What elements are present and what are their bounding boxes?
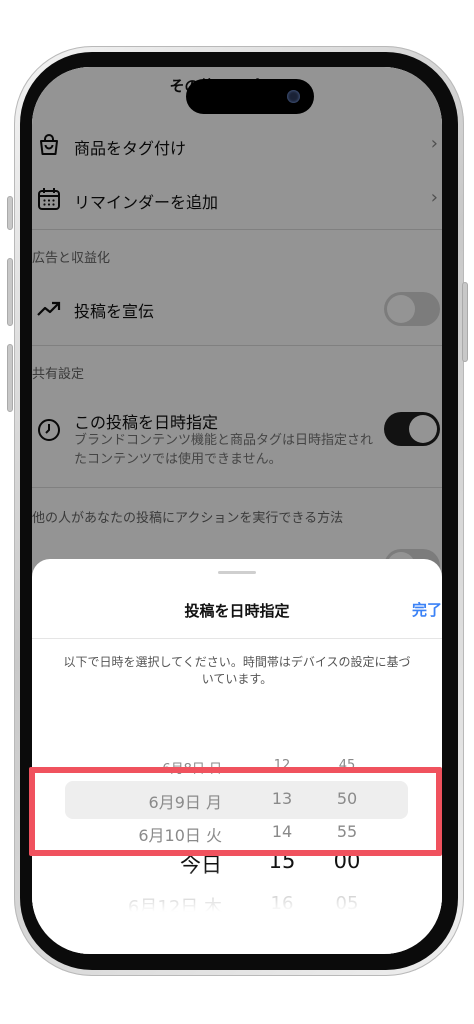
done-button[interactable]: 完了 [412, 599, 442, 620]
selection-highlight-annotation [29, 767, 442, 856]
power-button [462, 282, 468, 362]
picker-fade-top [32, 702, 442, 752]
dynamic-island [186, 79, 314, 114]
volume-down-button [7, 344, 13, 412]
schedule-bottom-sheet: 投稿を日時指定 完了 以下で日時を選択してください。時間帯はデバイスの設定に基づ… [32, 559, 442, 954]
sheet-grabber[interactable] [218, 571, 256, 574]
volume-up-button [7, 258, 13, 326]
sheet-description: 以下で日時を選択してください。時間帯はデバイスの設定に基づいています。 [63, 655, 411, 686]
sheet-title: 投稿を日時指定 [184, 602, 290, 620]
picker-fade-bottom [32, 867, 442, 912]
divider [32, 638, 442, 639]
camera-icon [287, 90, 300, 103]
action-button [7, 196, 13, 230]
